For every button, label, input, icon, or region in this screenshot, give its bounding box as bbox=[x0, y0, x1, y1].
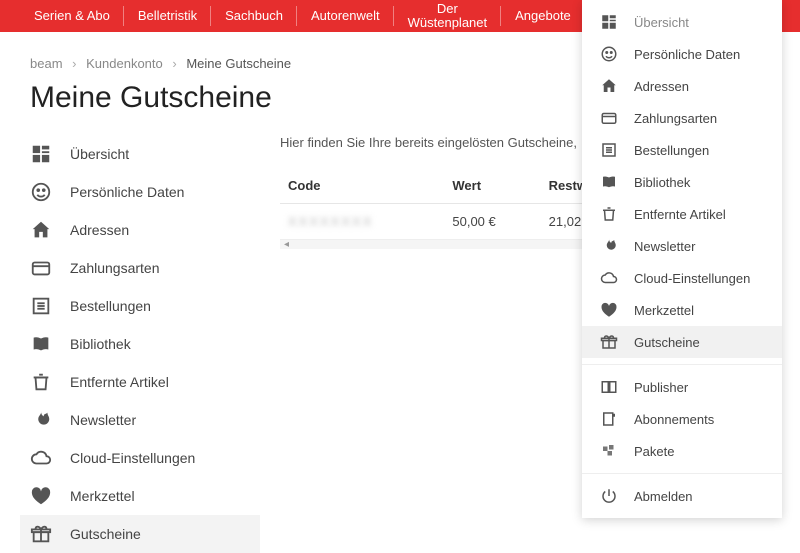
breadcrumb-root[interactable]: beam bbox=[30, 56, 63, 71]
topnav-item[interactable]: DerWüstenplanet bbox=[394, 0, 502, 32]
cell-code: XXXXXXXX bbox=[280, 204, 444, 240]
sidebar-item-label: Persönliche Daten bbox=[70, 184, 184, 200]
dropdown-item-label: Merkzettel bbox=[634, 303, 694, 318]
dropdown-item-label: Abmelden bbox=[634, 489, 693, 504]
sidebar-item-label: Bestellungen bbox=[70, 298, 151, 314]
dropdown-separator bbox=[582, 473, 782, 474]
dropdown-item-label: Zahlungsarten bbox=[634, 111, 717, 126]
cell-value: 50,00 € bbox=[444, 204, 540, 240]
dropdown-item-fire[interactable]: Newsletter bbox=[582, 230, 782, 262]
dropdown-item-pub[interactable]: Publisher bbox=[582, 371, 782, 403]
dropdown-item-label: Pakete bbox=[634, 444, 674, 459]
topnav-item[interactable]: Angebote bbox=[501, 0, 585, 32]
dropdown-item-label: Bibliothek bbox=[634, 175, 690, 190]
sidebar-item-book[interactable]: Bibliothek bbox=[20, 325, 260, 363]
face-icon bbox=[30, 181, 52, 203]
sidebar-item-card[interactable]: Zahlungsarten bbox=[20, 249, 260, 287]
home-icon bbox=[600, 77, 618, 95]
topnav-item[interactable]: Belletristik bbox=[124, 0, 211, 32]
dashboard-icon bbox=[30, 143, 52, 165]
dropdown-item-home[interactable]: Adressen bbox=[582, 70, 782, 102]
trash-icon bbox=[600, 205, 618, 223]
sidebar-item-label: Übersicht bbox=[70, 146, 129, 162]
home-icon bbox=[30, 219, 52, 241]
book-icon bbox=[600, 173, 618, 191]
topnav-item[interactable]: Sachbuch bbox=[211, 0, 297, 32]
dropdown-item-label: Persönliche Daten bbox=[634, 47, 740, 62]
sidebar-item-heart[interactable]: Merkzettel bbox=[20, 477, 260, 515]
dropdown-item-trash[interactable]: Entfernte Artikel bbox=[582, 198, 782, 230]
sidebar-item-dashboard[interactable]: Übersicht bbox=[20, 135, 260, 173]
sidebar-item-list[interactable]: Bestellungen bbox=[20, 287, 260, 325]
sidebar-item-label: Gutscheine bbox=[70, 526, 141, 542]
dropdown-item-label: Newsletter bbox=[634, 239, 695, 254]
trash-icon bbox=[30, 371, 52, 393]
card-icon bbox=[30, 257, 52, 279]
sidebar-item-cloud[interactable]: Cloud-Einstellungen bbox=[20, 439, 260, 477]
gift-icon bbox=[30, 523, 52, 545]
sidebar-item-home[interactable]: Adressen bbox=[20, 211, 260, 249]
breadcrumb-current: Meine Gutscheine bbox=[186, 56, 291, 71]
fire-icon bbox=[600, 237, 618, 255]
gift-icon bbox=[600, 333, 618, 351]
book-icon bbox=[30, 333, 52, 355]
breadcrumb-sep: › bbox=[72, 56, 76, 71]
dropdown-item-label: Bestellungen bbox=[634, 143, 709, 158]
col-value: Wert bbox=[444, 168, 540, 204]
pkg-icon bbox=[600, 442, 618, 460]
topnav-item[interactable]: Autorenwelt bbox=[297, 0, 394, 32]
dropdown-item-label: Publisher bbox=[634, 380, 688, 395]
power-icon bbox=[600, 487, 618, 505]
face-icon bbox=[600, 45, 618, 63]
dropdown-item-label: Adressen bbox=[634, 79, 689, 94]
dropdown-item-label: Übersicht bbox=[634, 15, 689, 30]
sidebar-item-label: Cloud-Einstellungen bbox=[70, 450, 195, 466]
sidebar-item-label: Adressen bbox=[70, 222, 129, 238]
dropdown-item-dashboard[interactable]: Übersicht bbox=[582, 6, 782, 38]
sidebar-item-face[interactable]: Persönliche Daten bbox=[20, 173, 260, 211]
cloud-icon bbox=[30, 447, 52, 469]
sidebar-item-fire[interactable]: Newsletter bbox=[20, 401, 260, 439]
sidebar-item-label: Merkzettel bbox=[70, 488, 135, 504]
dropdown-item-gift[interactable]: Gutscheine bbox=[582, 326, 782, 358]
fire-icon bbox=[30, 409, 52, 431]
dropdown-item-label: Cloud-Einstellungen bbox=[634, 271, 750, 286]
dropdown-item-card[interactable]: Zahlungsarten bbox=[582, 102, 782, 134]
sidebar-item-label: Zahlungsarten bbox=[70, 260, 160, 276]
dropdown-item-label: Entfernte Artikel bbox=[634, 207, 726, 222]
dropdown-item-pkg[interactable]: Pakete bbox=[582, 435, 782, 467]
account-sidebar: Übersicht Persönliche Daten Adressen Zahlun… bbox=[20, 135, 260, 553]
heart-icon bbox=[30, 485, 52, 507]
col-code: Code bbox=[280, 168, 444, 204]
scroll-left-icon[interactable]: ◂ bbox=[284, 239, 289, 250]
sidebar-item-gift[interactable]: Gutscheine bbox=[20, 515, 260, 553]
dropdown-item-cloud[interactable]: Cloud-Einstellungen bbox=[582, 262, 782, 294]
dropdown-item-list[interactable]: Bestellungen bbox=[582, 134, 782, 166]
dropdown-item-sub[interactable]: Abonnements bbox=[582, 403, 782, 435]
dashboard-icon bbox=[600, 13, 618, 31]
pub-icon bbox=[600, 378, 618, 396]
list-icon bbox=[600, 141, 618, 159]
sidebar-item-label: Newsletter bbox=[70, 412, 136, 428]
dropdown-item-face[interactable]: Persönliche Daten bbox=[582, 38, 782, 70]
dropdown-item-power[interactable]: Abmelden bbox=[582, 480, 782, 512]
breadcrumb-sep: › bbox=[172, 56, 176, 71]
sidebar-item-label: Bibliothek bbox=[70, 336, 131, 352]
sidebar-item-trash[interactable]: Entfernte Artikel bbox=[20, 363, 260, 401]
dropdown-item-book[interactable]: Bibliothek bbox=[582, 166, 782, 198]
cloud-icon bbox=[600, 269, 618, 287]
dropdown-item-label: Abonnements bbox=[634, 412, 714, 427]
sidebar-item-label: Entfernte Artikel bbox=[70, 374, 169, 390]
account-dropdown: Übersicht Persönliche Daten Adressen Zahlun… bbox=[582, 0, 782, 518]
sub-icon bbox=[600, 410, 618, 428]
dropdown-item-label: Gutscheine bbox=[634, 335, 700, 350]
card-icon bbox=[600, 109, 618, 127]
heart-icon bbox=[600, 301, 618, 319]
dropdown-separator bbox=[582, 364, 782, 365]
dropdown-item-heart[interactable]: Merkzettel bbox=[582, 294, 782, 326]
breadcrumb-mid[interactable]: Kundenkonto bbox=[86, 56, 163, 71]
topnav-item[interactable]: Serien & Abo bbox=[20, 0, 124, 32]
list-icon bbox=[30, 295, 52, 317]
